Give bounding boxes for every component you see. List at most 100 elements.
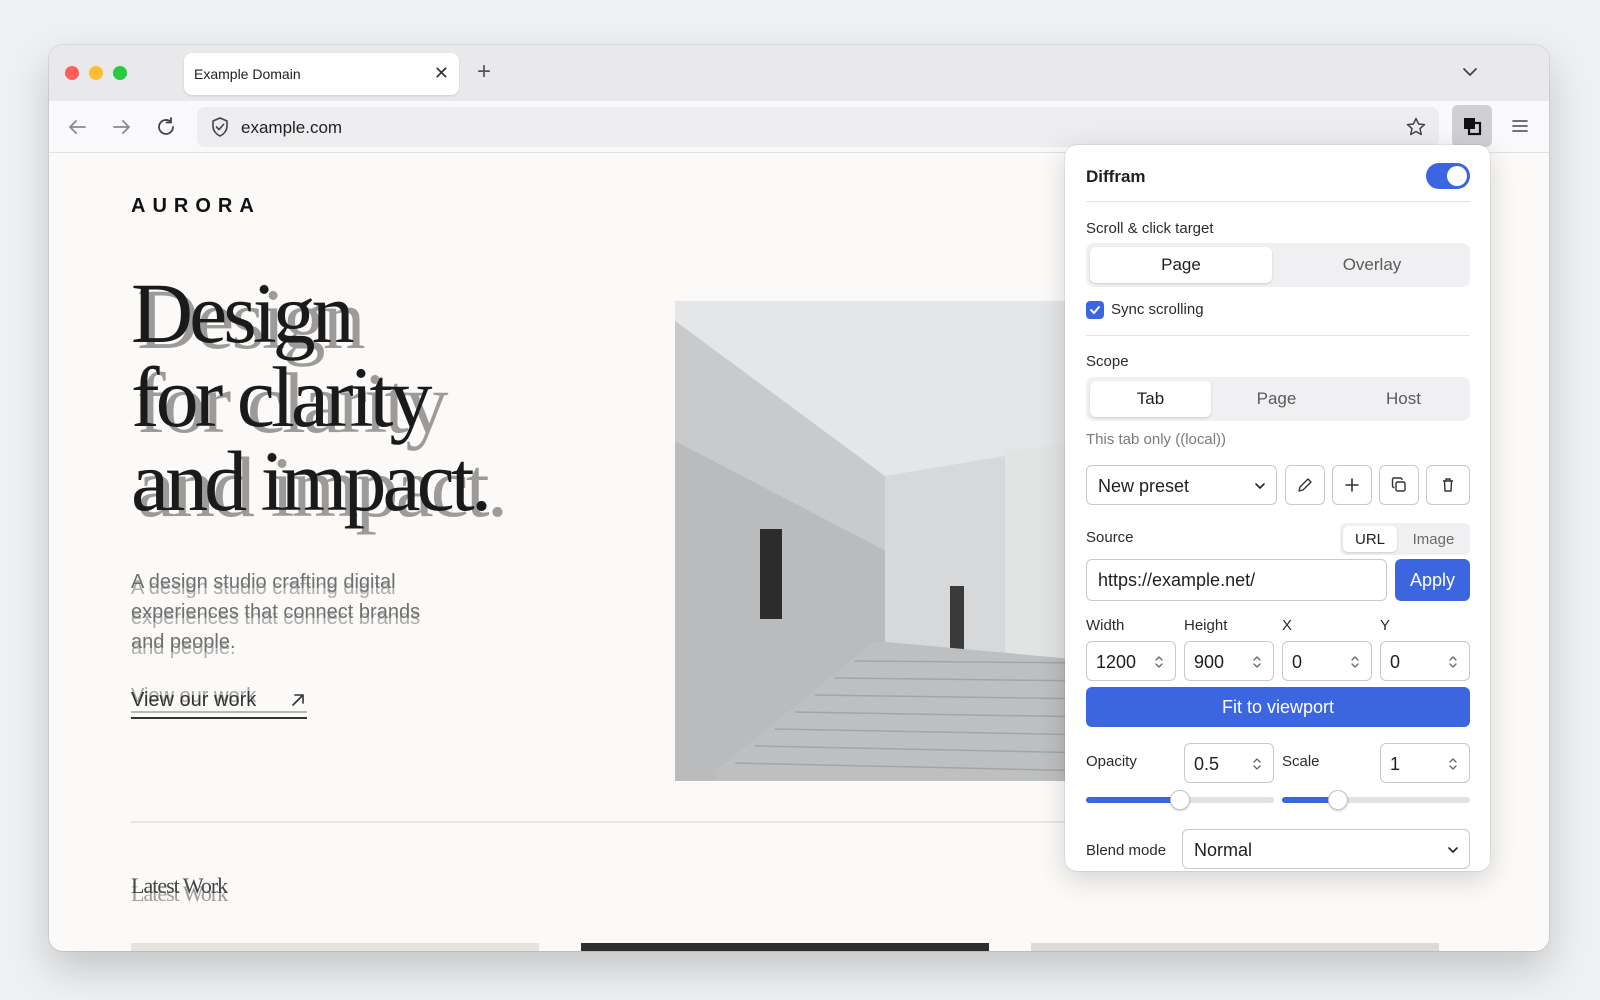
back-arrow-icon[interactable] <box>65 115 89 139</box>
minimize-window-button[interactable] <box>89 66 103 80</box>
cta-label: View our work <box>131 689 257 711</box>
scope-label: Scope <box>1086 353 1129 370</box>
scope-hint: This tab only ((local)) <box>1086 431 1227 448</box>
delete-preset-button[interactable] <box>1426 465 1470 505</box>
chair-thumbnail <box>131 943 539 951</box>
target-option-page[interactable]: Page <box>1090 247 1272 283</box>
scale-label: Scale <box>1282 753 1320 770</box>
source-url-field[interactable] <box>1086 559 1387 601</box>
architecture-photo <box>675 301 1095 781</box>
stepper-arrows-icon[interactable] <box>1251 652 1263 672</box>
site-logo[interactable]: AURORA <box>131 195 261 218</box>
diffframe-extension-icon <box>1464 118 1482 136</box>
width-label: Width <box>1086 617 1125 634</box>
sync-scrolling-checkbox[interactable] <box>1086 301 1104 319</box>
enable-toggle[interactable] <box>1426 163 1470 189</box>
work-card[interactable] <box>1031 943 1439 951</box>
opacity-slider-fill <box>1086 797 1180 803</box>
forward-arrow-icon[interactable] <box>110 115 134 139</box>
panel-title: Diffram <box>1086 167 1146 186</box>
height-value: 900 <box>1194 652 1225 672</box>
rename-preset-button[interactable] <box>1285 465 1325 505</box>
y-label: Y <box>1380 617 1391 634</box>
hero-line-1: Design <box>131 265 355 361</box>
fit-to-viewport-button[interactable]: Fit to viewport <box>1086 687 1470 727</box>
chevron-down-icon <box>1255 483 1265 490</box>
interior-thumbnail <box>1031 943 1439 951</box>
close-window-button[interactable] <box>65 66 79 80</box>
add-preset-button[interactable] <box>1332 465 1372 505</box>
stepper-arrows-icon[interactable] <box>1447 652 1459 672</box>
bookmark-star-icon[interactable] <box>1405 116 1427 138</box>
reload-icon[interactable] <box>154 115 178 139</box>
y-value: 0 <box>1390 652 1401 672</box>
source-mode-url[interactable]: URL <box>1343 526 1397 552</box>
preset-select[interactable]: New preset <box>1086 465 1277 505</box>
source-url-input[interactable] <box>1087 560 1386 600</box>
stepper-arrows-icon[interactable] <box>1447 754 1459 774</box>
target-label: Scroll & click target <box>1086 220 1214 237</box>
blend-mode-select[interactable]: Normal <box>1182 829 1470 869</box>
scope-segmented-control: Tab Page Host <box>1086 377 1470 421</box>
opacity-stepper[interactable]: 0.5 <box>1184 743 1274 783</box>
scope-option-tab[interactable]: Tab <box>1090 381 1211 417</box>
scale-value: 1 <box>1390 754 1401 774</box>
sync-scrolling-label[interactable]: Sync scrolling <box>1111 301 1204 318</box>
scale-slider[interactable] <box>1282 790 1470 810</box>
target-option-overlay[interactable]: Overlay <box>1278 247 1466 283</box>
duplicate-preset-button[interactable] <box>1379 465 1419 505</box>
preset-value: New preset <box>1098 476 1190 496</box>
width-value: 1200 <box>1096 652 1137 672</box>
x-stepper[interactable]: 0 <box>1282 641 1372 681</box>
x-value: 0 <box>1292 652 1303 672</box>
source-label: Source <box>1086 529 1134 546</box>
scale-stepper[interactable]: 1 <box>1380 743 1470 783</box>
scope-option-host[interactable]: Host <box>1341 381 1466 417</box>
opacity-label: Opacity <box>1086 753 1137 770</box>
view-work-link[interactable]: View our work View our work <box>131 685 307 719</box>
hero-subtitle: A design studio crafting digital experie… <box>131 571 421 653</box>
maximize-window-button[interactable] <box>113 66 127 80</box>
chevron-down-icon <box>1448 847 1458 854</box>
opacity-slider-thumb[interactable] <box>1170 790 1190 810</box>
browser-tab[interactable]: Example Domain ✕ <box>184 53 459 95</box>
panel-divider <box>1086 201 1470 202</box>
source-mode-toggle: URL Image <box>1340 523 1470 555</box>
height-label: Height <box>1184 617 1228 634</box>
tab-strip: Example Domain ✕ + <box>49 45 1549 101</box>
copy-icon <box>1391 477 1406 492</box>
blend-mode-label: Blend mode <box>1086 842 1167 859</box>
height-stepper[interactable]: 900 <box>1184 641 1274 681</box>
stepper-arrows-icon[interactable] <box>1153 652 1165 672</box>
hero-line-2: for clarity <box>131 349 432 445</box>
width-stepper[interactable]: 1200 <box>1086 641 1176 681</box>
product-thumbnail <box>581 943 989 951</box>
panel-divider <box>1086 335 1470 336</box>
apply-button[interactable]: Apply <box>1395 559 1470 601</box>
browser-window: Example Domain ✕ + example.com AURORA De… <box>49 45 1549 951</box>
extension-button[interactable] <box>1452 105 1492 147</box>
hamburger-menu-icon[interactable] <box>1509 115 1531 137</box>
scope-option-page[interactable]: Page <box>1216 381 1337 417</box>
hero-line-3: and impact. <box>131 433 492 529</box>
address-bar[interactable]: example.com <box>197 107 1439 147</box>
stepper-arrows-icon[interactable] <box>1251 754 1263 774</box>
shield-icon[interactable] <box>209 116 231 138</box>
chevron-down-icon[interactable] <box>1461 63 1479 81</box>
y-stepper[interactable]: 0 <box>1380 641 1470 681</box>
tab-title: Example Domain <box>194 66 301 82</box>
opacity-slider[interactable] <box>1086 790 1274 810</box>
stepper-arrows-icon[interactable] <box>1349 652 1361 672</box>
close-tab-icon[interactable]: ✕ <box>434 63 449 83</box>
source-mode-image[interactable]: Image <box>1400 526 1467 552</box>
hero-title: Design for clarity and impact. <box>131 265 651 529</box>
opacity-value: 0.5 <box>1194 754 1220 774</box>
work-card[interactable] <box>131 943 539 951</box>
url-text[interactable]: example.com <box>241 118 342 138</box>
trash-icon <box>1443 478 1453 492</box>
new-tab-icon[interactable]: + <box>477 59 491 85</box>
scale-slider-thumb[interactable] <box>1328 790 1348 810</box>
pencil-icon <box>1298 478 1312 492</box>
blend-mode-value: Normal <box>1194 840 1253 860</box>
work-card[interactable] <box>581 943 989 951</box>
